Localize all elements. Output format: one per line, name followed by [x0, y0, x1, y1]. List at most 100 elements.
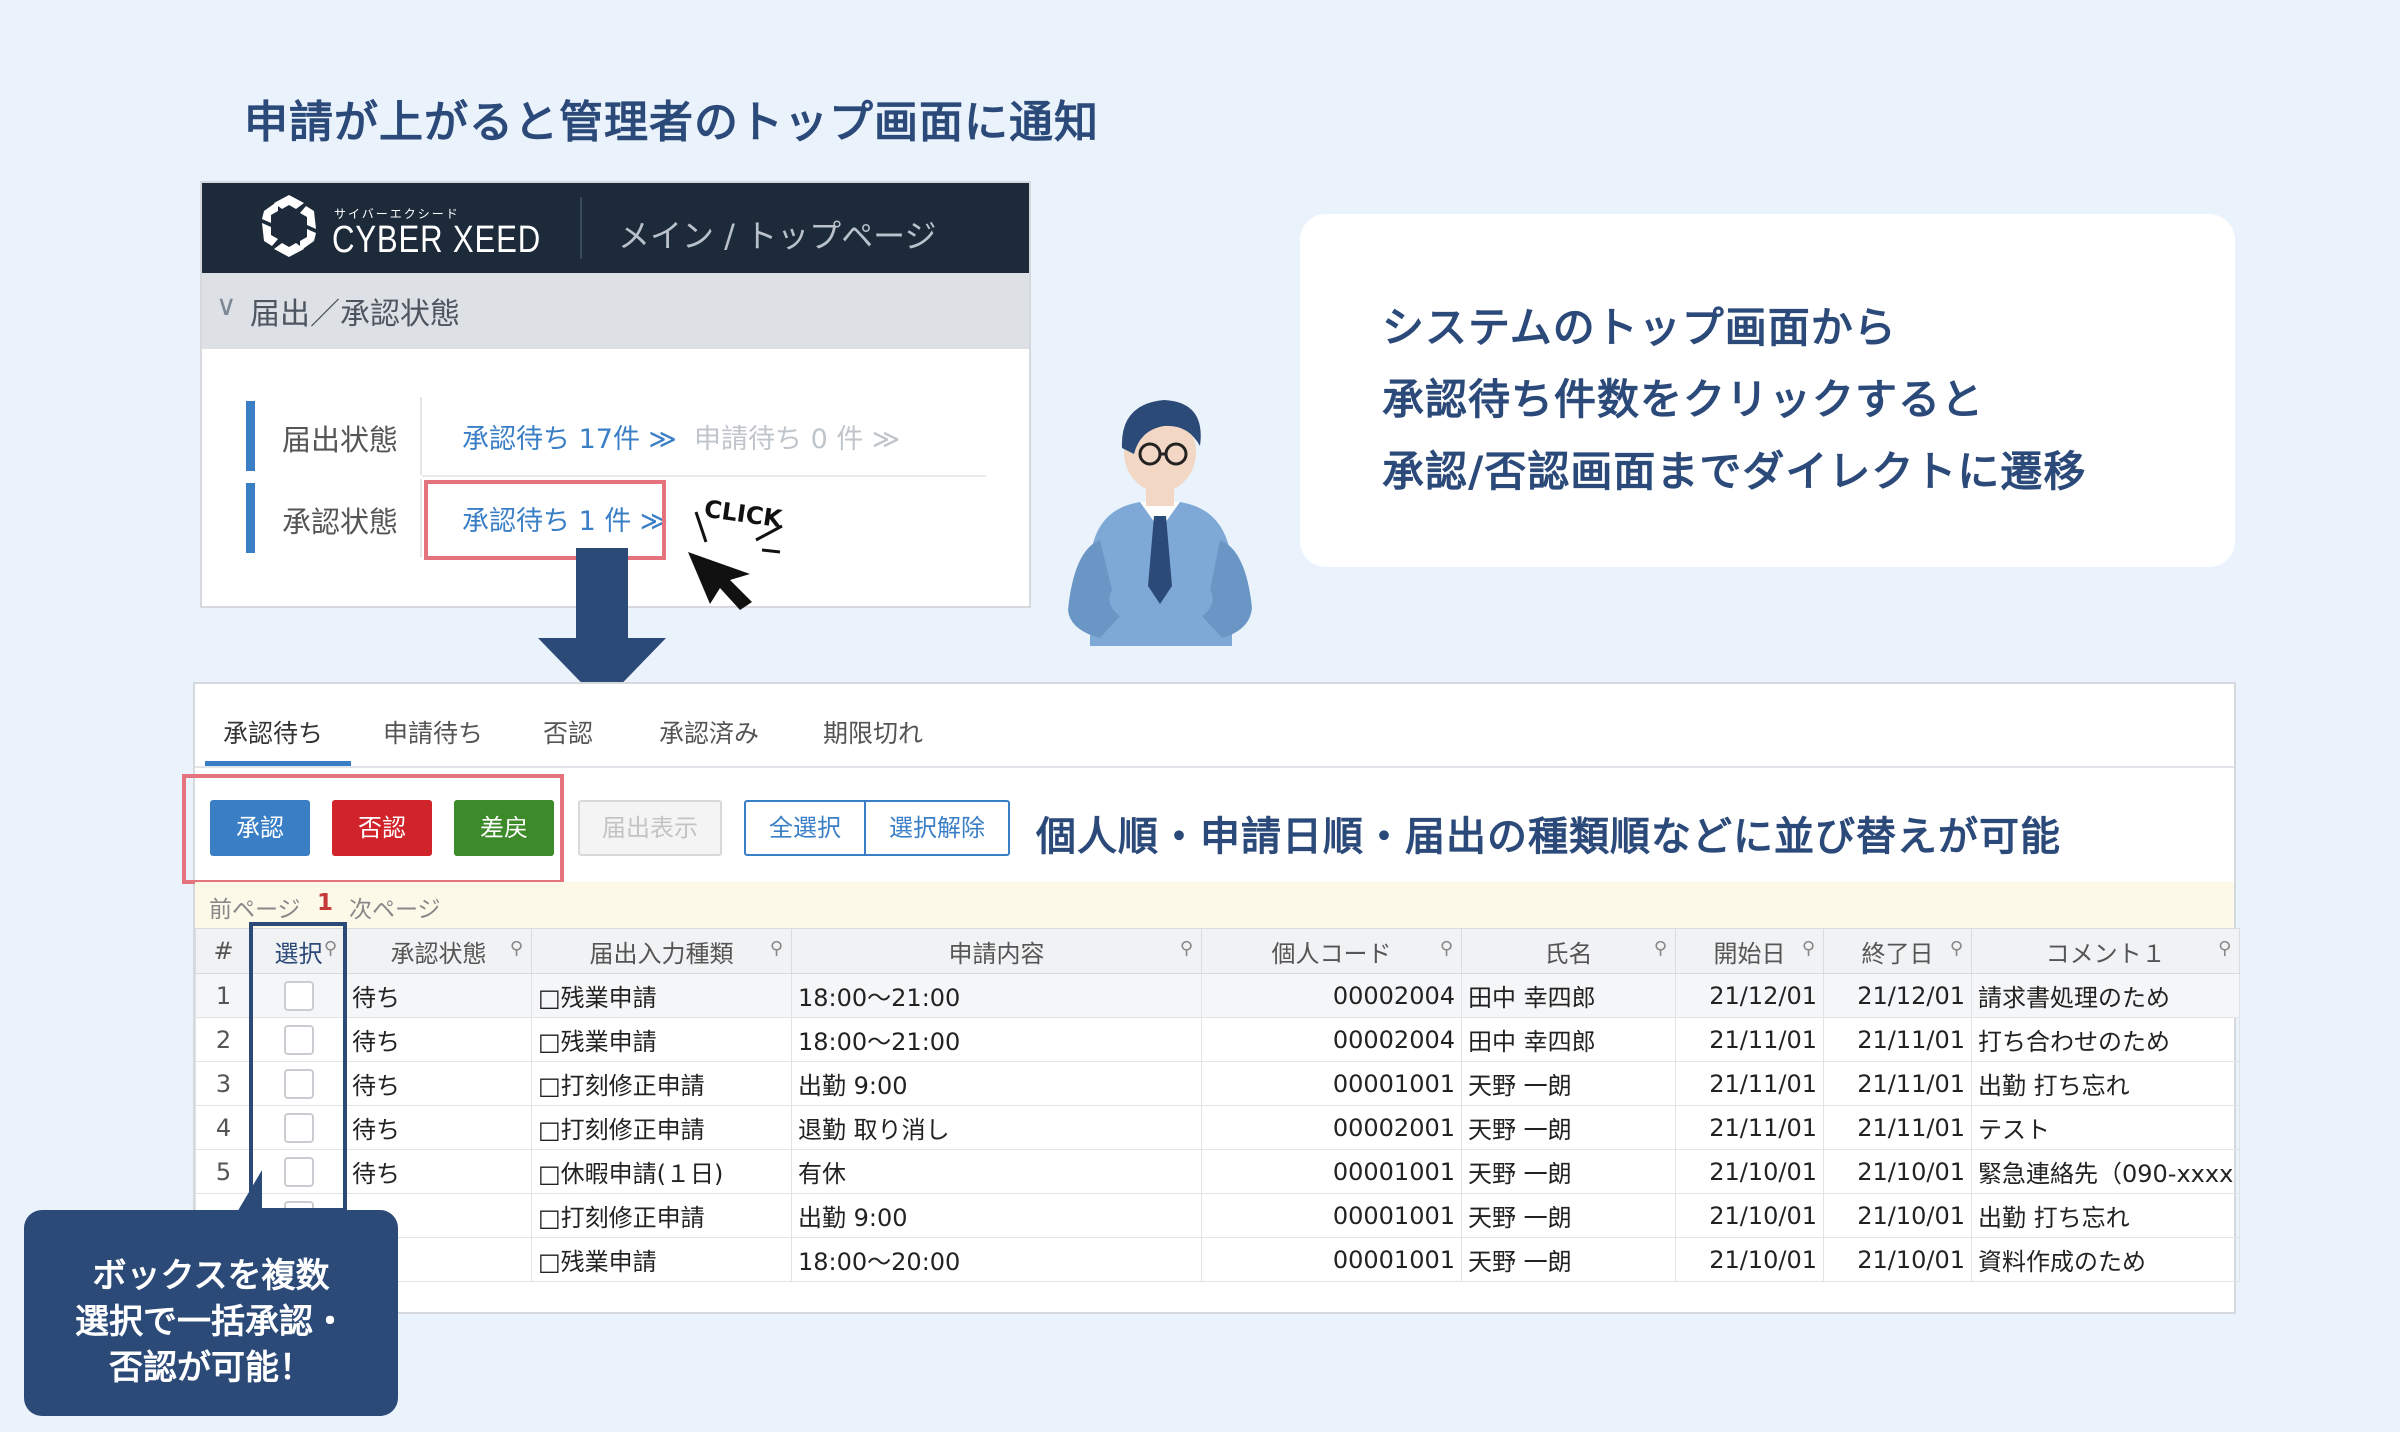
start-date-cell: 21/10/01: [1675, 1149, 1824, 1194]
type-cell: □打刻修正申請: [531, 1193, 792, 1238]
callout-line: 選択で一括承認・: [75, 1302, 347, 1342]
row-label: 承認状態: [282, 505, 399, 539]
show-notification-button[interactable]: 届出表示: [578, 800, 722, 856]
end-date-cell: 21/11/01: [1823, 1017, 1972, 1062]
end-date-cell: 21/11/01: [1823, 1105, 1972, 1150]
comment-cell: 出勤 打ち忘れ: [1970, 1061, 2241, 1106]
callout-tail: [236, 1170, 262, 1214]
select-all-button[interactable]: 全選択: [744, 800, 866, 856]
active-tab-indicator: [205, 761, 351, 766]
pending-approval-link[interactable]: 承認待ち 17件 ≫: [462, 417, 677, 456]
comment-cell: 出勤 打ち忘れ: [1970, 1193, 2241, 1238]
select-column-highlight: [249, 922, 347, 1212]
end-date-cell: 21/10/01: [1823, 1193, 1972, 1238]
start-date-cell: 21/11/01: [1675, 1061, 1824, 1106]
reject-button[interactable]: 否認: [332, 800, 432, 856]
type-cell: □打刻修正申請: [531, 1105, 792, 1150]
end-date-cell: 21/11/01: [1823, 1061, 1972, 1106]
row-label: 届出状態: [282, 423, 399, 457]
callout-line: 承認/否認画面までダイレクトに遷移: [1382, 447, 2087, 496]
next-page-link[interactable]: 次ページ: [349, 890, 441, 924]
tab-pending-approval[interactable]: 承認待ち: [223, 714, 323, 750]
logo-text: CYBER XEED: [332, 219, 542, 261]
column-header[interactable]: 終了日 ⚲: [1823, 928, 1972, 974]
content-cell: 18:00～21:00: [791, 973, 1202, 1018]
type-cell: □休暇申請(１日): [531, 1149, 792, 1194]
table-row[interactable]: 3 待ち □打刻修正申請 出勤 9:00 00001001 天野 一朗 21/11/01 21…: [195, 1061, 2241, 1106]
deselect-button[interactable]: 選択解除: [864, 800, 1010, 856]
row-number: 2: [195, 1017, 252, 1062]
name-cell: 田中 幸四郎: [1461, 973, 1676, 1018]
return-button[interactable]: 差戻: [454, 800, 554, 856]
column-header[interactable]: #: [195, 928, 252, 974]
code-cell: 00002004: [1201, 1017, 1462, 1062]
column-header[interactable]: 開始日 ⚲: [1675, 928, 1824, 974]
pin-icon[interactable]: ⚲: [1180, 938, 1193, 959]
status-row-notification: 届出状態 承認待ち 17件 ≫ 申請待ち 0 件 ≫: [246, 397, 986, 475]
breadcrumb[interactable]: メイン / トップページ: [618, 211, 937, 257]
current-page: 1: [317, 890, 334, 916]
pin-icon[interactable]: ⚲: [510, 938, 523, 959]
status-cell: 待ち: [345, 1017, 532, 1062]
end-date-cell: 21/12/01: [1823, 973, 1972, 1018]
sort-note: 個人順・申請日順・届出の種類順などに並び替えが可能: [1036, 814, 2061, 860]
pin-icon[interactable]: ⚲: [2218, 938, 2231, 959]
content-cell: 出勤 9:00: [791, 1193, 1202, 1238]
status-cell: 待ち: [345, 1105, 532, 1150]
comment-cell: 資料作成のため: [1970, 1237, 2241, 1282]
comment-cell: 請求書処理のため: [1970, 973, 2241, 1018]
row-separator: [422, 475, 986, 477]
description-callout: システムのトップ画面から 承認待ち件数をクリックすると 承認/否認画面までダイレ…: [1300, 214, 2235, 567]
table-row[interactable]: 5 待ち □休暇申請(１日) 有休 00001001 天野 一朗 21/10/01 21/10…: [195, 1149, 2241, 1194]
column-header[interactable]: 氏名 ⚲: [1461, 928, 1676, 974]
chevron-down-icon[interactable]: ∨: [216, 289, 237, 322]
pin-icon[interactable]: ⚲: [1440, 938, 1453, 959]
pin-icon[interactable]: ⚲: [1654, 938, 1667, 959]
code-cell: 00002001: [1201, 1105, 1462, 1150]
section-label: 届出／承認状態: [250, 297, 460, 332]
table-row[interactable]: 4 待ち □打刻修正申請 退勤 取り消し 00002001 天野 一朗 21/11/01 21…: [195, 1105, 2241, 1150]
code-cell: 00001001: [1201, 1193, 1462, 1238]
row-number: 4: [195, 1105, 252, 1150]
pending-application-link[interactable]: 申請待ち 0 件 ≫: [694, 417, 900, 456]
table-row[interactable]: 2 待ち □残業申請 18:00～21:00 00002004 田中 幸四郎 21/11/0…: [195, 1017, 2241, 1062]
table-row[interactable]: □打刻修正申請 出勤 9:00 00001001 天野 一朗 21/10/01 21/10…: [195, 1193, 2241, 1238]
row-accent-bar: [246, 401, 255, 471]
column-header[interactable]: 申請内容 ⚲: [791, 928, 1202, 974]
prev-page-link[interactable]: 前ページ: [209, 890, 301, 924]
column-header[interactable]: コメント１ ⚲: [1970, 928, 2241, 974]
name-cell: 天野 一朗: [1461, 1237, 1676, 1282]
column-header[interactable]: 個人コード ⚲: [1201, 928, 1462, 974]
table-row[interactable]: 1 待ち □残業申請 18:00～21:00 00002004 田中 幸四郎 21/12/0…: [195, 973, 2241, 1018]
section-header[interactable]: ∨ 届出／承認状態: [202, 273, 1029, 349]
cyberxeed-logo-icon: [262, 195, 316, 257]
tab-divider: [195, 766, 2234, 768]
code-cell: 00002004: [1201, 973, 1462, 1018]
type-cell: □残業申請: [531, 973, 792, 1018]
tab-approved[interactable]: 承認済み: [659, 714, 759, 750]
name-cell: 天野 一朗: [1461, 1105, 1676, 1150]
tab-expired[interactable]: 期限切れ: [823, 714, 923, 750]
page-title: 申請が上がると管理者のトップ画面に通知: [244, 97, 1099, 148]
app-header: サイバーエクシード CYBER XEED メイン / トップページ: [202, 183, 1029, 273]
type-cell: □打刻修正申請: [531, 1061, 792, 1106]
start-date-cell: 21/11/01: [1675, 1105, 1824, 1150]
tab-pending-application[interactable]: 申請待ち: [383, 714, 483, 750]
column-header[interactable]: 承認状態 ⚲: [345, 928, 532, 974]
comment-cell: 緊急連絡先（090-xxxx: [1970, 1149, 2241, 1194]
requests-table: # 選択 ⚲ 承認状態 ⚲ 届出入力種類 ⚲ 申請内容 ⚲ 個人コード ⚲ 氏名 ⚲ 開始日…: [195, 928, 2241, 1282]
pin-icon[interactable]: ⚲: [770, 938, 783, 959]
tab-rejected[interactable]: 否認: [543, 714, 593, 750]
approve-button[interactable]: 承認: [210, 800, 310, 856]
column-header[interactable]: 届出入力種類 ⚲: [531, 928, 792, 974]
table-row[interactable]: □残業申請 18:00～20:00 00001001 天野 一朗 21/10/01 21/…: [195, 1237, 2241, 1282]
pin-icon[interactable]: ⚲: [1802, 938, 1815, 959]
down-arrow-icon: [538, 548, 666, 704]
type-cell: □残業申請: [531, 1237, 792, 1282]
content-cell: 有休: [791, 1149, 1202, 1194]
code-cell: 00001001: [1201, 1061, 1462, 1106]
comment-cell: 打ち合わせのため: [1970, 1017, 2241, 1062]
start-date-cell: 21/10/01: [1675, 1237, 1824, 1282]
pin-icon[interactable]: ⚲: [1950, 938, 1963, 959]
bulk-select-callout: ボックスを複数 選択で一括承認・ 否認が可能！: [24, 1210, 398, 1416]
